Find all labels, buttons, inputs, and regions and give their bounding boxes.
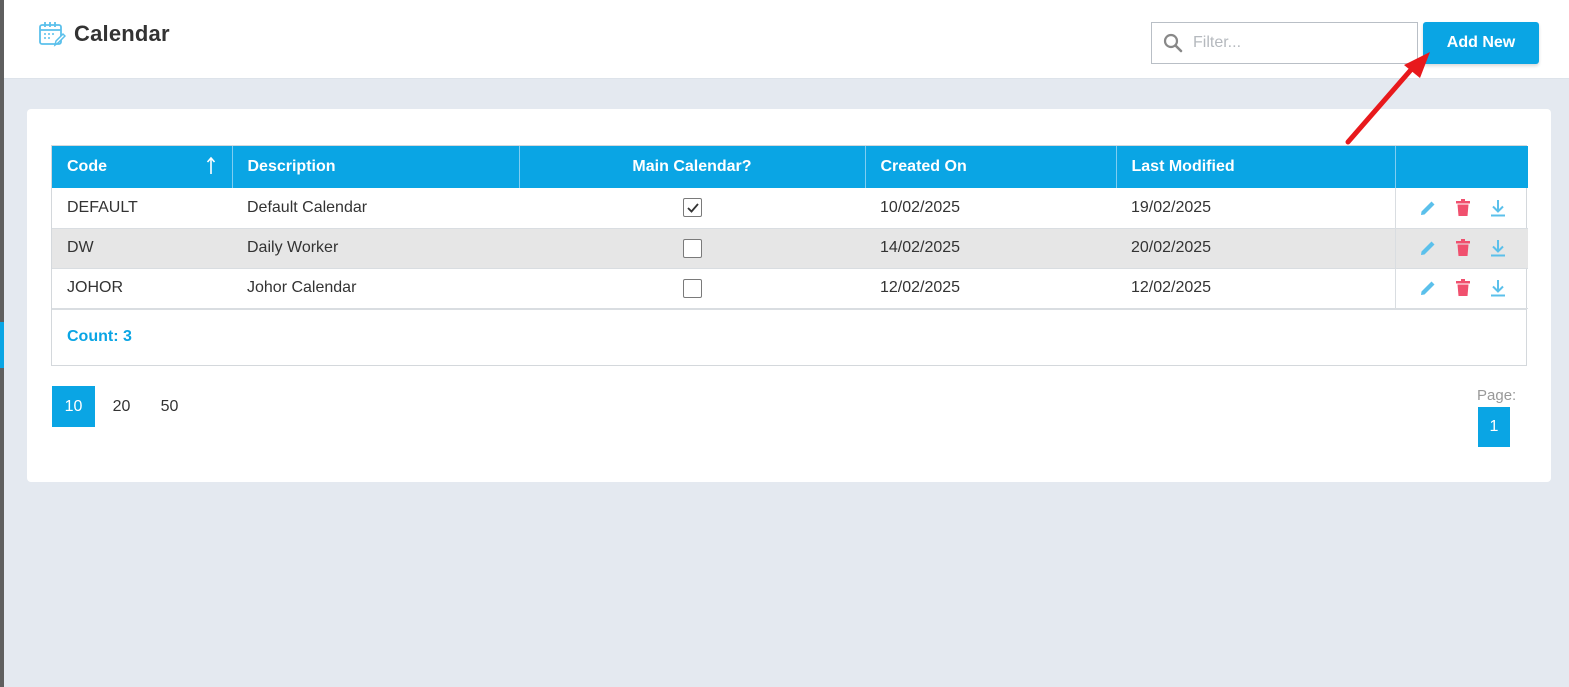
cell-created-on: 12/02/2025 [865,268,1116,309]
column-header-last-modified[interactable]: Last Modified [1116,146,1396,188]
annotation-arrow-icon [1345,52,1430,145]
page-label: Page: [1477,387,1517,404]
cell-main-calendar [519,188,865,229]
cell-description: Default Calendar [232,188,519,229]
delete-icon[interactable] [1453,198,1473,218]
column-header-code[interactable]: Code [52,146,233,188]
page-button-current[interactable]: 1 [1478,407,1510,447]
record-count: Count: 3 [67,328,132,345]
page-size-20[interactable]: 20 [100,386,143,427]
column-header-description[interactable]: Description [232,146,520,188]
column-header-label: Last Modified [1131,158,1235,175]
calendar-list-card: Code Description Main Calendar? Created … [27,109,1551,482]
cell-last-modified: 12/02/2025 [1116,268,1395,309]
cell-last-modified: 19/02/2025 [1116,188,1395,229]
calendar-grid: Code Description Main Calendar? Created … [51,145,1528,366]
download-icon[interactable] [1488,238,1508,258]
edit-icon[interactable] [1418,278,1438,298]
cell-actions [1394,228,1528,269]
column-header-actions [1395,146,1528,188]
cell-code: DEFAULT [52,188,232,229]
table-header-row: Code Description Main Calendar? Created … [52,146,1528,188]
column-header-label: Code [67,158,107,175]
cell-created-on: 14/02/2025 [865,228,1116,269]
cell-code: DW [52,228,232,269]
column-header-label: Created On [880,158,967,175]
download-icon[interactable] [1488,278,1508,298]
table-row[interactable]: DEFAULT Default Calendar 10/02/2025 19/0… [52,188,1528,229]
page-size-10[interactable]: 10 [52,386,95,427]
search-icon [1163,33,1183,53]
left-edge-accent [0,322,4,368]
download-icon[interactable] [1488,198,1508,218]
cell-last-modified: 20/02/2025 [1116,228,1395,269]
delete-icon[interactable] [1453,278,1473,298]
table-row[interactable]: DW Daily Worker 14/02/2025 20/02/2025 [52,228,1528,269]
delete-icon[interactable] [1453,238,1473,258]
page-header: Calendar Add New [4,0,1569,79]
cell-main-calendar [519,268,865,309]
check-icon [686,203,699,214]
column-header-created-on[interactable]: Created On [865,146,1117,188]
main-calendar-checkbox[interactable] [682,278,702,298]
main-calendar-checkbox[interactable] [682,238,702,258]
cell-description: Daily Worker [232,228,519,269]
cell-actions [1394,188,1528,229]
cell-main-calendar [519,228,865,269]
title-wrap: Calendar [38,20,170,48]
calendar-edit-icon [39,22,66,47]
cell-description: Johor Calendar [232,268,519,309]
edit-icon[interactable] [1418,198,1438,218]
edit-icon[interactable] [1418,238,1438,258]
cell-code: JOHOR [52,268,232,309]
main-calendar-checkbox-checked[interactable] [682,198,702,218]
page-title: Calendar [74,21,170,46]
column-header-main-calendar[interactable]: Main Calendar? [519,146,866,188]
cell-created-on: 10/02/2025 [865,188,1116,229]
cell-actions [1394,268,1528,309]
page-size-50[interactable]: 50 [148,386,191,427]
sort-ascending-icon[interactable] [206,156,216,176]
table-row[interactable]: JOHOR Johor Calendar 12/02/2025 12/02/20… [52,268,1528,309]
add-new-button[interactable]: Add New [1423,22,1539,64]
calendar-table: Code Description Main Calendar? Created … [52,146,1528,309]
page-size-selector: 10 20 50 [52,386,196,427]
grid-footer: Count: 3 [52,308,1526,365]
column-header-label: Description [247,158,336,175]
column-header-label: Main Calendar? [632,158,752,175]
